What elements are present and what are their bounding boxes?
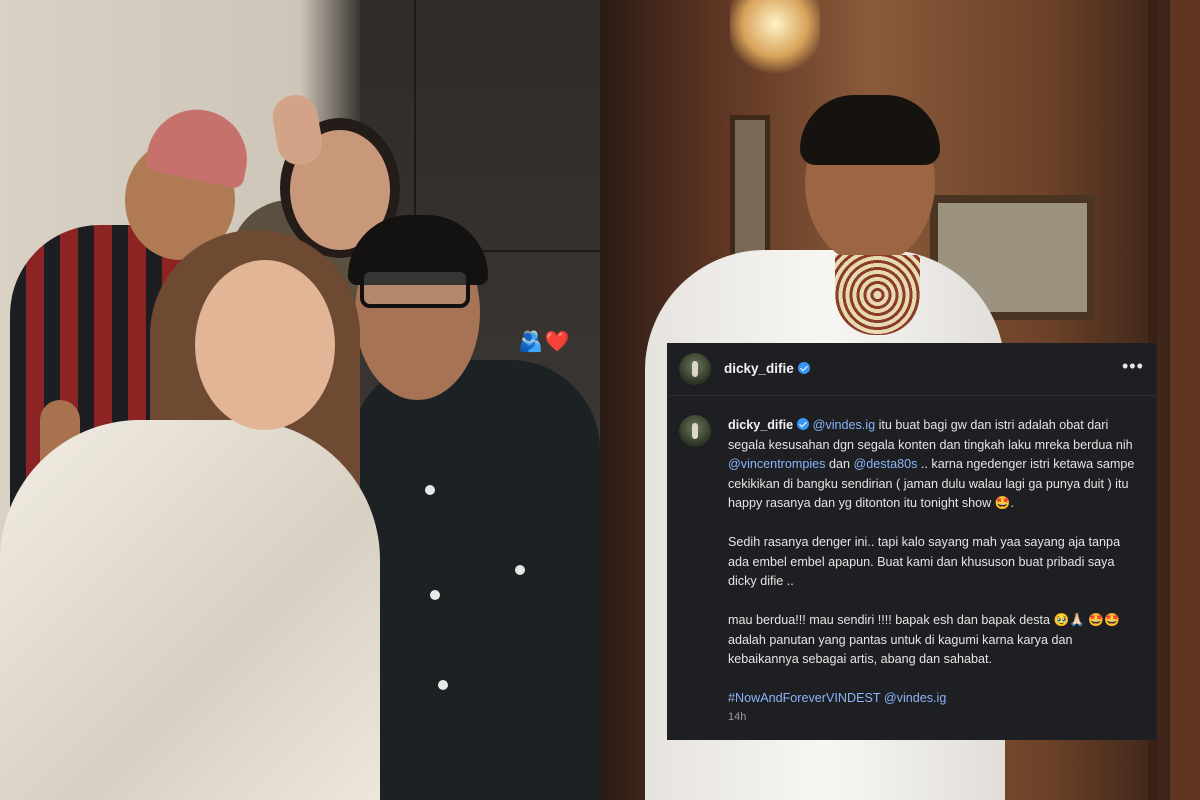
door-frame xyxy=(1170,0,1200,800)
verified-badge-icon xyxy=(797,418,810,430)
person-4-glasses xyxy=(360,268,470,308)
avatar[interactable] xyxy=(679,353,711,385)
shirt-button xyxy=(438,680,448,690)
patterned-scarf xyxy=(835,255,920,335)
person-3-blouse xyxy=(0,420,380,800)
instagram-comment-card: dicky_difie ••• dicky_difie @vindes.ig i… xyxy=(667,343,1156,740)
shirt-button xyxy=(430,590,440,600)
comment-paragraph-2: Sedih rasanya denger ini.. tapi kalo say… xyxy=(728,535,1121,588)
person-4-shirt xyxy=(350,360,600,800)
header-username-text[interactable]: dicky_difie xyxy=(724,361,794,376)
hug-heart-sticker: 🫂❤️ xyxy=(518,331,572,353)
post-header: dicky_difie ••• xyxy=(667,343,1156,396)
mention-link[interactable]: @desta80s xyxy=(854,457,918,471)
shirt-button xyxy=(515,565,525,575)
mention-link[interactable]: @vincentrompies xyxy=(728,457,825,471)
comment-username[interactable]: dicky_difie xyxy=(728,418,793,432)
comment-avatar[interactable] xyxy=(679,415,711,447)
comment-timestamp: 14h xyxy=(728,711,747,723)
person-3-face xyxy=(195,260,335,430)
comment-text: dan xyxy=(825,457,854,471)
shirt-button xyxy=(425,485,435,495)
comment-paragraph-4: #NowAndForeverVINDEST @vindes.ig xyxy=(728,689,1138,709)
man-hair xyxy=(800,95,940,165)
comment-paragraph-1: dicky_difie @vindes.ig itu buat bagi gw … xyxy=(728,416,1138,514)
hashtag-link[interactable]: #NowAndForeverVINDEST xyxy=(728,691,880,705)
person-2-hand xyxy=(269,91,326,169)
group-selfie-photo: 🫂❤️ xyxy=(0,0,600,800)
verified-badge-icon xyxy=(797,362,810,374)
mention-link[interactable]: @vindes.ig xyxy=(884,691,947,705)
mention-link[interactable]: @vindes.ig xyxy=(813,418,876,432)
comment-paragraph-3: mau berdua!!! mau sendiri !!!! bapak esh… xyxy=(728,613,1120,666)
more-options-icon[interactable]: ••• xyxy=(1122,356,1144,377)
header-username[interactable]: dicky_difie xyxy=(724,361,810,376)
comment-body: dicky_difie @vindes.ig itu buat bagi gw … xyxy=(728,416,1138,709)
chandelier xyxy=(730,0,820,80)
